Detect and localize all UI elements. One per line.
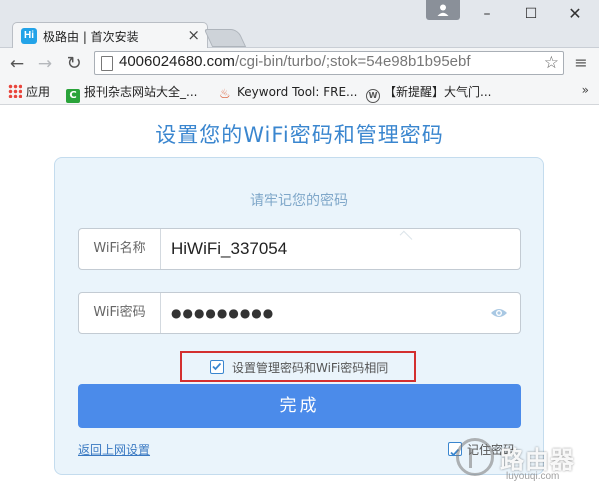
flame-icon: ♨ [219, 87, 231, 102]
hiwifi-favicon-icon: Hi [21, 28, 37, 44]
browser-titlebar: Hi 极路由 | 首次安装 × – ☐ ✕ [0, 0, 599, 48]
bookmark-star-icon[interactable]: ☆ [541, 53, 561, 73]
same-password-label: 设置管理密码和WiFi密码相同 [232, 361, 389, 375]
bookmarks-bar: 应用 C 报刊杂志网站大全_... ♨ Keyword Tool: FRE... W… [0, 79, 599, 105]
back-arrow-icon[interactable]: ← [6, 53, 28, 75]
wifi-name-input[interactable]: HiWiFi_337054 [171, 229, 287, 269]
bookmark-keyword-tool[interactable]: ♨ Keyword Tool: FRE... [219, 83, 358, 102]
window-close-button[interactable]: ✕ [553, 0, 597, 28]
wifi-password-label: WiFi密码 [79, 293, 161, 333]
wifi-password-field[interactable]: WiFi密码 ●●●●●●●●● [78, 292, 521, 334]
bookmark-label: 应用 [26, 85, 51, 99]
bookmark-new-reminder[interactable]: W 【新提醒】大气门... [366, 83, 492, 103]
window-minimize-button[interactable]: – [465, 0, 509, 28]
tab-close-icon[interactable]: × [187, 26, 200, 44]
page-title: 设置您的WiFi密码和管理密码 [155, 123, 444, 147]
apps-grid-icon [8, 84, 22, 98]
wordpress-icon: W [366, 89, 380, 103]
bookmark-magazine-sites[interactable]: C 报刊杂志网站大全_... [66, 83, 198, 103]
finish-button[interactable]: 完成 [78, 384, 521, 428]
reload-icon[interactable]: ↻ [63, 53, 85, 75]
card-subtitle: 请牢记您的密码 [250, 193, 348, 209]
back-to-internet-settings-link[interactable]: 返回上网设置 [78, 441, 150, 458]
browser-toolbar: ← → ↻ 4006024680.com/cgi-bin/turbo/;stok… [0, 48, 599, 79]
window-maximize-button[interactable]: ☐ [509, 0, 553, 28]
tab-title: 极路由 | 首次安装 [43, 30, 139, 44]
bookmark-label: Keyword Tool: FRE... [237, 85, 358, 99]
browser-menu-icon[interactable]: ≡ [572, 54, 590, 72]
router-logo-icon [456, 438, 494, 476]
watermark-text: 路由器 [500, 446, 575, 474]
same-password-checkbox[interactable] [210, 360, 224, 374]
profile-button[interactable] [426, 0, 460, 20]
page-icon [101, 56, 113, 71]
eye-icon[interactable] [490, 306, 508, 320]
forward-arrow-icon[interactable]: → [34, 53, 56, 75]
wifi-password-input[interactable]: ●●●●●●●●● [171, 293, 274, 333]
browser-tab[interactable]: Hi 极路由 | 首次安装 × [12, 22, 208, 48]
watermark: 路由器 luyouqi.com [452, 436, 592, 488]
wifi-name-label: WiFi名称 [79, 229, 161, 269]
bookmark-label: 报刊杂志网站大全_... [84, 85, 198, 99]
address-bar[interactable]: 4006024680.com/cgi-bin/turbo/;stok=54e98… [94, 51, 564, 75]
bookmark-apps[interactable]: 应用 [8, 83, 50, 101]
wifi-name-field[interactable]: WiFi名称 HiWiFi_337054 [78, 228, 521, 270]
watermark-url: luyouqi.com [506, 471, 560, 482]
user-icon [437, 4, 449, 16]
new-tab-button[interactable] [203, 29, 247, 47]
url-host: 4006024680.com [119, 53, 235, 70]
bookmark-label: 【新提醒】大气门... [384, 85, 492, 99]
address-url[interactable]: 4006024680.com/cgi-bin/turbo/;stok=54e98… [119, 53, 471, 70]
bookmarks-overflow-button[interactable]: » [582, 83, 589, 97]
green-c-icon: C [66, 89, 80, 103]
wifi-setup-card: 请牢记您的密码 WiFi名称 HiWiFi_337054 WiFi密码 ●●●●… [54, 157, 544, 475]
same-password-option[interactable]: 设置管理密码和WiFi密码相同 [180, 351, 416, 382]
url-path: /cgi-bin/turbo/;stok=54e98b1b95ebf [234, 53, 471, 70]
chevron-up-icon [399, 230, 413, 244]
checkmark-icon [212, 362, 222, 371]
